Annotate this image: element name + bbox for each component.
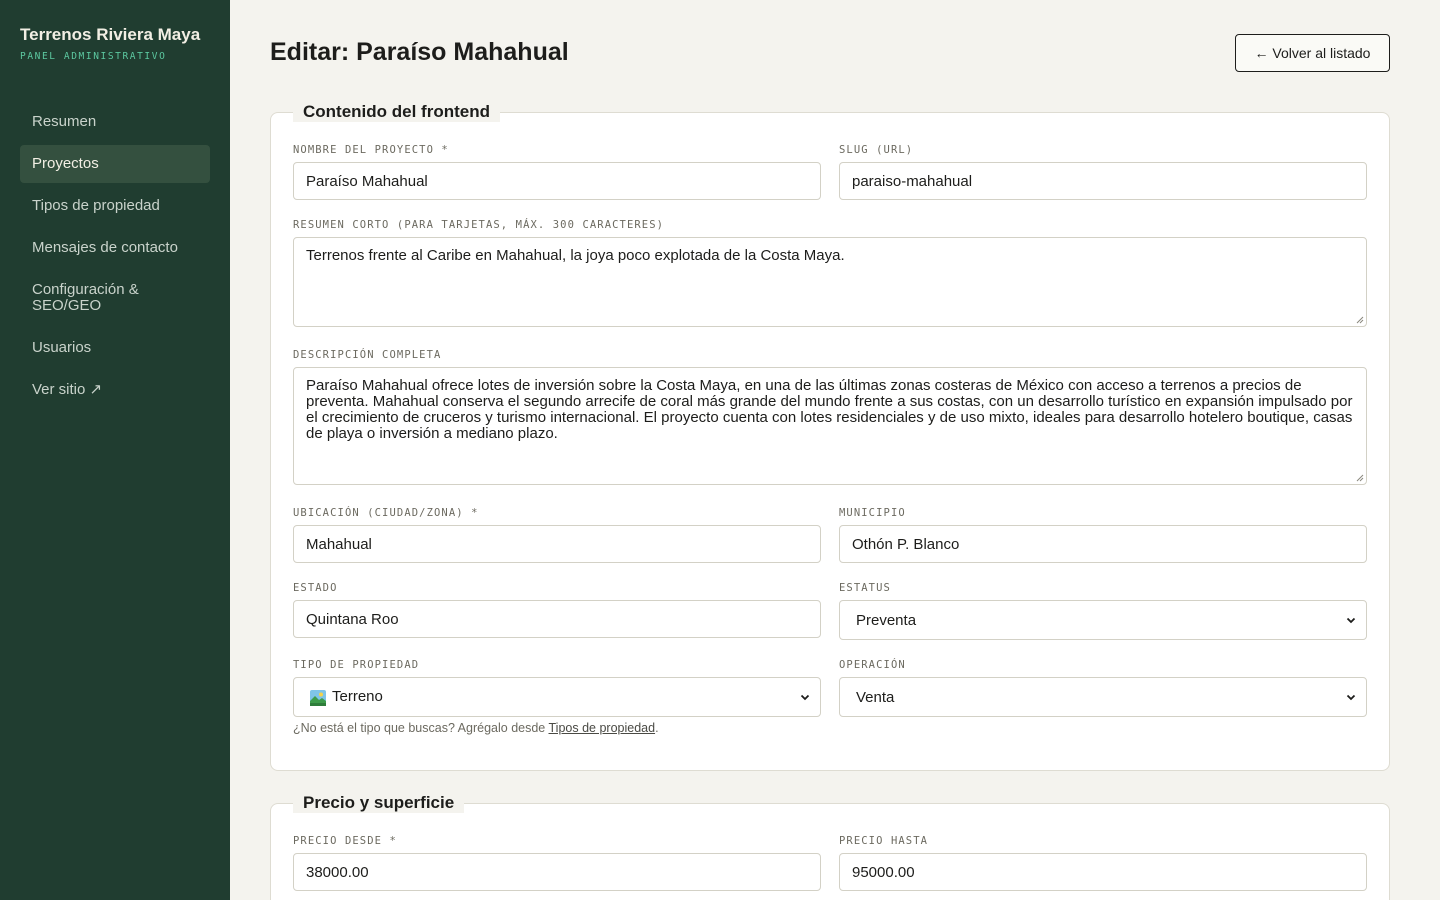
brand-subtitle: PANEL ADMINISTRATIVO xyxy=(20,51,167,62)
sidebar-item-ver-sitio[interactable]: Ver sitio ↗ xyxy=(20,371,210,409)
description-textarea[interactable]: Paraíso Mahahual ofrece lotes de inversi… xyxy=(293,367,1367,485)
property-type-value: Terreno xyxy=(332,688,383,706)
location-field: UBICACIÓN (CIUDAD/ZONA) * Mahahual xyxy=(293,507,821,563)
description-label: DESCRIPCIÓN COMPLETA xyxy=(293,349,442,361)
location-label: UBICACIÓN (CIUDAD/ZONA) * xyxy=(293,507,479,519)
sidebar-item-configuracion-seo[interactable]: Configuración & SEO/GEO xyxy=(20,271,210,325)
price-to-input[interactable]: 95000.00 xyxy=(839,853,1367,891)
property-types-link[interactable]: Tipos de propiedad xyxy=(549,721,656,735)
state-field: ESTADO Quintana Roo xyxy=(293,582,821,638)
status-field: ESTATUS Preventa xyxy=(839,582,1367,640)
operation-label: OPERACIÓN xyxy=(839,659,906,671)
slug-input[interactable]: paraiso-mahahual xyxy=(839,162,1367,200)
name-input[interactable]: Paraíso Mahahual xyxy=(293,162,821,200)
sidebar-item-tipos-de-propiedad[interactable]: Tipos de propiedad xyxy=(20,187,210,225)
state-label: ESTADO xyxy=(293,582,338,594)
sidebar-item-usuarios[interactable]: Usuarios xyxy=(20,329,210,367)
summary-textarea[interactable]: Terrenos frente al Caribe en Mahahual, l… xyxy=(293,237,1367,327)
landscape-icon xyxy=(310,689,326,706)
resize-handle-icon[interactable] xyxy=(1356,316,1364,324)
brand: Terrenos Riviera Maya PANEL ADMINISTRATI… xyxy=(20,25,200,62)
resize-handle-icon[interactable] xyxy=(1356,474,1364,482)
main-content: Editar: Paraíso Mahahual ← Volver al lis… xyxy=(230,0,1440,900)
name-field: NOMBRE DEL PROYECTO * Paraíso Mahahual xyxy=(293,144,821,200)
page-title: Editar: Paraíso Mahahual xyxy=(270,38,569,66)
brand-title: Terrenos Riviera Maya xyxy=(20,25,201,44)
chevron-down-icon xyxy=(1346,617,1356,624)
sidebar-item-proyectos[interactable]: Proyectos xyxy=(20,145,210,183)
state-input[interactable]: Quintana Roo xyxy=(293,600,821,638)
property-type-hint: ¿No está el tipo que buscas? Agrégalo de… xyxy=(293,721,659,735)
municipality-field: MUNICIPIO Othón P. Blanco xyxy=(839,507,1367,563)
summary-label: RESUMEN CORTO (PARA TARJETAS, MÁX. 300 C… xyxy=(293,219,665,231)
municipality-input[interactable]: Othón P. Blanco xyxy=(839,525,1367,563)
summary-field: RESUMEN CORTO (PARA TARJETAS, MÁX. 300 C… xyxy=(293,219,1367,327)
sidebar-nav: Resumen Proyectos Tipos de propiedad Men… xyxy=(20,103,210,413)
content-legend: Contenido del frontend xyxy=(293,102,500,122)
chevron-down-icon xyxy=(800,694,810,701)
price-from-field: PRECIO DESDE * 38000.00 xyxy=(293,835,821,891)
description-text: Paraíso Mahahual ofrece lotes de inversi… xyxy=(306,377,1353,442)
price-from-input[interactable]: 38000.00 xyxy=(293,853,821,891)
price-to-label: PRECIO HASTA xyxy=(839,835,929,847)
status-value: Preventa xyxy=(856,611,917,629)
hint-text: ¿No está el tipo que buscas? Agrégalo de… xyxy=(293,721,549,735)
operation-field: OPERACIÓN Venta xyxy=(839,659,1367,717)
price-fieldset: Precio y superficie PRECIO DESDE * 38000… xyxy=(270,793,1390,900)
operation-select[interactable]: Venta xyxy=(839,677,1367,717)
price-from-label: PRECIO DESDE * xyxy=(293,835,397,847)
hint-end: . xyxy=(655,721,659,735)
price-to-field: PRECIO HASTA 95000.00 xyxy=(839,835,1367,891)
property-type-label: TIPO DE PROPIEDAD xyxy=(293,659,420,671)
sidebar-item-resumen[interactable]: Resumen xyxy=(20,103,210,141)
slug-field: SLUG (URL) paraiso-mahahual xyxy=(839,144,1367,200)
sidebar: Terrenos Riviera Maya PANEL ADMINISTRATI… xyxy=(0,0,230,900)
property-type-select[interactable]: Terreno xyxy=(293,677,821,717)
property-type-option: Terreno xyxy=(310,688,383,706)
municipality-label: MUNICIPIO xyxy=(839,507,906,519)
property-type-field: TIPO DE PROPIEDAD Terreno xyxy=(293,659,821,717)
back-to-list-button[interactable]: ← Volver al listado xyxy=(1235,34,1390,72)
sidebar-item-mensajes-de-contacto[interactable]: Mensajes de contacto xyxy=(20,229,210,267)
description-field: DESCRIPCIÓN COMPLETA Paraíso Mahahual of… xyxy=(293,349,1367,485)
slug-label: SLUG (URL) xyxy=(839,144,914,156)
content-fieldset: Contenido del frontend NOMBRE DEL PROYEC… xyxy=(270,102,1390,771)
status-label: ESTATUS xyxy=(839,582,891,594)
status-select[interactable]: Preventa xyxy=(839,600,1367,640)
chevron-down-icon xyxy=(1346,694,1356,701)
price-legend: Precio y superficie xyxy=(293,793,465,813)
summary-text: Terrenos frente al Caribe en Mahahual, l… xyxy=(306,247,845,264)
operation-value: Venta xyxy=(856,688,895,706)
name-label: NOMBRE DEL PROYECTO * xyxy=(293,144,449,156)
location-input[interactable]: Mahahual xyxy=(293,525,821,563)
